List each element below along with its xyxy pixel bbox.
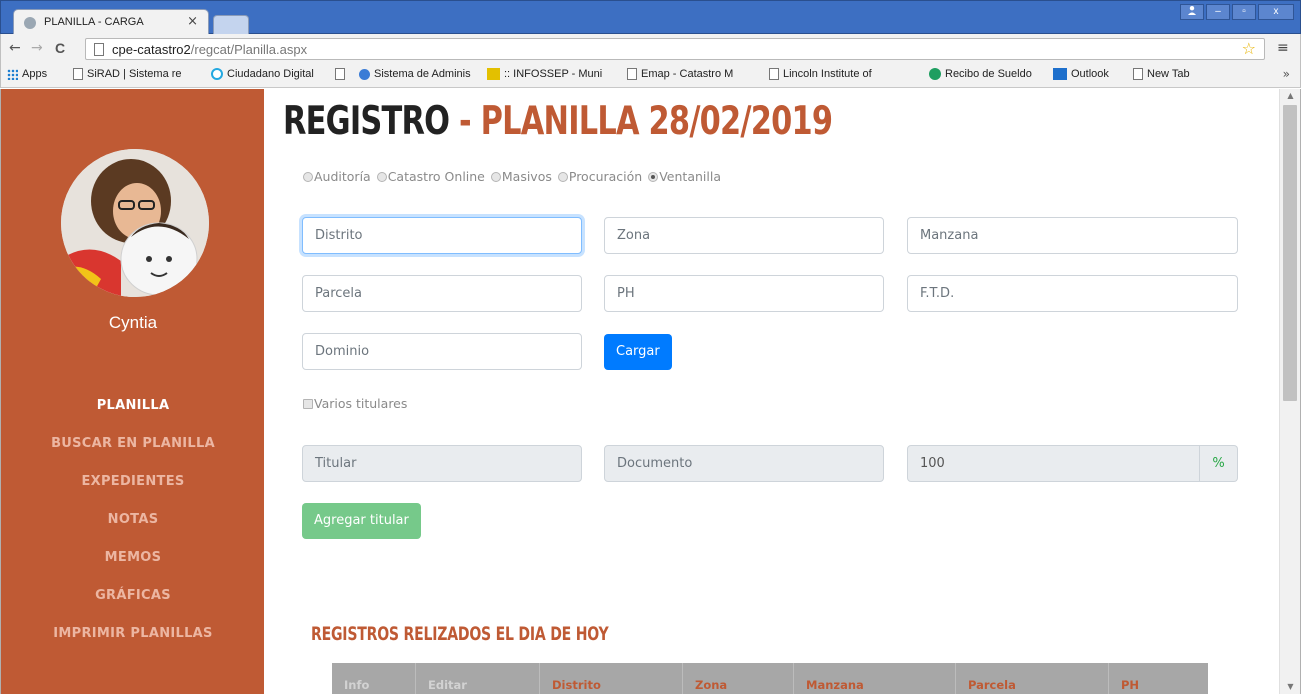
tipo-radio-group: Auditoría Catastro Online Masivos Procur…	[303, 169, 721, 184]
bookmark-apps[interactable]: Apps	[7, 68, 47, 80]
page-icon	[627, 68, 637, 80]
sidebar-nav: PLANILLA BUSCAR EN PLANILLA EXPEDIENTES …	[1, 395, 265, 661]
distrito-input[interactable]: Distrito	[302, 217, 582, 254]
zona-input[interactable]: Zona	[604, 217, 884, 254]
table-header-distrito[interactable]: Distrito	[540, 663, 683, 694]
varios-titulares-checkbox[interactable]: Varios titulares	[303, 396, 407, 411]
cargar-button[interactable]: Cargar	[604, 334, 672, 370]
tab-title: PLANILLA - CARGA	[44, 16, 144, 28]
sidebar-item-planilla[interactable]: PLANILLA	[1, 395, 265, 433]
radio-auditoria[interactable]: Auditoría	[303, 169, 371, 184]
browser-titlebar: PLANILLA - CARGA × – ▫ x	[0, 0, 1301, 35]
scroll-thumb[interactable]	[1283, 105, 1297, 401]
sidebar-item-expedientes[interactable]: EXPEDIENTES	[1, 471, 265, 509]
bookmark-infossep[interactable]: :: INFOSSEP - Muni	[487, 68, 602, 80]
sidebar: Cyntia PLANILLA BUSCAR EN PLANILLA EXPED…	[0, 89, 264, 694]
bookmark-untitled[interactable]	[335, 68, 349, 80]
table-header-info[interactable]: Info	[332, 663, 416, 694]
ftd-input[interactable]: F.T.D.	[907, 275, 1238, 312]
radio-procuracion[interactable]: Procuración	[557, 169, 642, 184]
section-title-registros: REGISTROS RELIZADOS EL DIA DE HOY	[311, 623, 609, 645]
porcentaje-input[interactable]: 100	[907, 445, 1200, 482]
sidebar-item-imprimir-planillas[interactable]: IMPRIMIR PLANILLAS	[1, 623, 265, 661]
username: Cyntia	[108, 313, 158, 332]
parcela-input[interactable]: Parcela	[302, 275, 582, 312]
checkbox[interactable]	[303, 398, 313, 409]
url-text: cpe-catastro2/regcat/Planilla.aspx	[112, 42, 308, 57]
infossep-icon	[487, 68, 500, 80]
maximize-button[interactable]: ▫	[1232, 4, 1256, 20]
manzana-input[interactable]: Manzana	[907, 217, 1238, 254]
close-window-button[interactable]: x	[1258, 4, 1294, 20]
radio-ventanilla[interactable]: Ventanilla	[648, 169, 721, 184]
scroll-down-arrow-icon[interactable]: ▼	[1280, 680, 1301, 694]
scroll-up-arrow-icon[interactable]: ▲	[1280, 89, 1301, 103]
page-icon	[1133, 68, 1143, 80]
bookmark-lincoln[interactable]: Lincoln Institute of	[769, 68, 872, 80]
reload-icon[interactable]: C	[55, 40, 65, 56]
agregar-titular-button[interactable]: Agregar titular	[302, 503, 421, 539]
ph-input[interactable]: PH	[604, 275, 884, 312]
page-icon	[769, 68, 779, 80]
bookmarks-bar: Apps SiRAD | Sistema re Ciudadano Digita…	[0, 64, 1301, 88]
radio-button[interactable]	[557, 171, 568, 182]
page-icon	[335, 68, 345, 80]
address-bar[interactable]: cpe-catastro2/regcat/Planilla.aspx ☆	[85, 38, 1265, 60]
tab-close-icon[interactable]: ×	[187, 14, 198, 29]
globe-icon	[359, 68, 370, 80]
bookmark-star-icon[interactable]: ☆	[1242, 39, 1256, 58]
sidebar-item-buscar-en-planilla[interactable]: BUSCAR EN PLANILLA	[1, 433, 265, 471]
user-icon[interactable]	[1180, 4, 1204, 20]
page-icon	[73, 68, 83, 80]
main-content: REGISTRO - PLANILLA 28/02/2019 Auditoría…	[265, 89, 1279, 694]
dominio-input[interactable]: Dominio	[302, 333, 582, 370]
menu-icon[interactable]: ≡	[1277, 40, 1289, 56]
radio-masivos[interactable]: Masivos	[490, 169, 552, 184]
radio-button[interactable]	[376, 171, 387, 182]
recibo-icon	[929, 68, 941, 80]
bookmark-ciudadano-digital[interactable]: Ciudadano Digital	[211, 68, 314, 80]
bookmark-emap[interactable]: Emap - Catastro M	[627, 68, 733, 80]
window-controls: – ▫ x	[1180, 4, 1294, 20]
page-scrollbar[interactable]: ▲ ▼	[1279, 89, 1301, 694]
browser-tab[interactable]: PLANILLA - CARGA ×	[13, 9, 209, 35]
table-header-manzana[interactable]: Manzana	[794, 663, 956, 694]
forward-arrow-icon[interactable]: →	[31, 40, 43, 56]
table-header-ph[interactable]: PH	[1109, 663, 1208, 694]
documento-input[interactable]: Documento	[604, 445, 884, 482]
percent-addon: %	[1200, 445, 1238, 482]
bookmark-recibo-sueldo[interactable]: Recibo de Sueldo	[929, 68, 1032, 80]
back-arrow-icon[interactable]: ←	[9, 40, 21, 56]
bookmark-sirad[interactable]: SiRAD | Sistema re	[73, 68, 182, 80]
minimize-button[interactable]: –	[1206, 4, 1230, 20]
radio-catastro-online[interactable]: Catastro Online	[376, 169, 485, 184]
bookmark-sistema-adminis[interactable]: Sistema de Adminis	[359, 68, 471, 80]
sidebar-item-memos[interactable]: MEMOS	[1, 547, 265, 585]
sidebar-item-notas[interactable]: NOTAS	[1, 509, 265, 547]
registros-table-header: Info Editar Distrito Zona Manzana Parcel…	[332, 663, 1208, 694]
address-toolbar: ← → C cpe-catastro2/regcat/Planilla.aspx…	[0, 34, 1301, 64]
page-title: REGISTRO - PLANILLA 28/02/2019	[283, 99, 833, 144]
tab-favicon-icon	[24, 17, 36, 29]
radio-button[interactable]	[490, 171, 501, 182]
circle-icon	[211, 68, 223, 80]
avatar	[61, 149, 209, 297]
radio-button-checked[interactable]	[648, 171, 659, 182]
radio-button[interactable]	[303, 171, 313, 182]
bookmark-outlook[interactable]: Outlook	[1053, 68, 1109, 80]
table-header-editar[interactable]: Editar	[416, 663, 540, 694]
page-icon	[94, 43, 104, 56]
table-header-zona[interactable]: Zona	[683, 663, 794, 694]
new-tab-button[interactable]	[213, 15, 249, 35]
apps-grid-icon	[7, 68, 18, 80]
titular-input[interactable]: Titular	[302, 445, 582, 482]
table-header-parcela[interactable]: Parcela	[956, 663, 1109, 694]
sidebar-item-graficas[interactable]: GRÁFICAS	[1, 585, 265, 623]
outlook-icon	[1053, 68, 1067, 80]
bookmarks-overflow-icon[interactable]: »	[1283, 67, 1290, 81]
bookmark-new-tab[interactable]: New Tab	[1133, 68, 1190, 80]
